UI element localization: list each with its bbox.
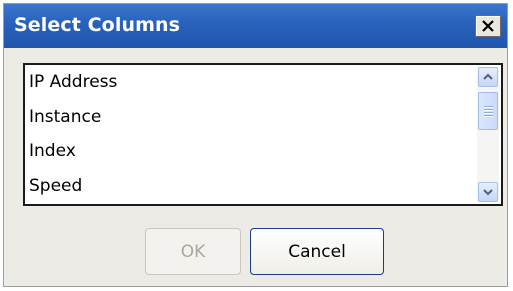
columns-listbox[interactable]: IP Address Instance Index Speed [23,63,503,206]
list-item[interactable]: Speed [25,175,475,210]
columns-list: IP Address Instance Index Speed [25,65,475,204]
dialog-title: Select Columns [14,14,180,36]
scroll-down-button[interactable] [478,182,498,202]
thumb-grip [483,109,493,110]
thumb-grip [483,106,493,107]
ok-button[interactable]: OK [145,228,241,275]
list-item-label: Index [29,141,76,161]
list-item[interactable]: IP Address [25,71,475,106]
list-item-label: Speed [29,175,83,196]
scroll-up-button[interactable] [478,67,498,87]
list-item-label: IP Address [29,72,118,92]
cancel-button[interactable]: Cancel [250,228,384,275]
chevron-down-icon [483,189,493,196]
list-item[interactable]: Index [25,140,475,175]
list-item[interactable]: Instance [25,106,475,141]
vertical-scrollbar[interactable] [477,67,499,202]
dialog-titlebar[interactable]: Select Columns [4,4,507,48]
select-columns-dialog: Select Columns IP Address Instance Index… [3,3,508,287]
chevron-up-icon [483,73,493,80]
thumb-grip [483,115,493,116]
close-button[interactable] [475,15,501,37]
list-item-label: Instance [29,106,102,127]
close-x-icon [482,20,494,32]
scrollbar-thumb[interactable] [478,92,498,130]
thumb-grip [483,112,493,113]
